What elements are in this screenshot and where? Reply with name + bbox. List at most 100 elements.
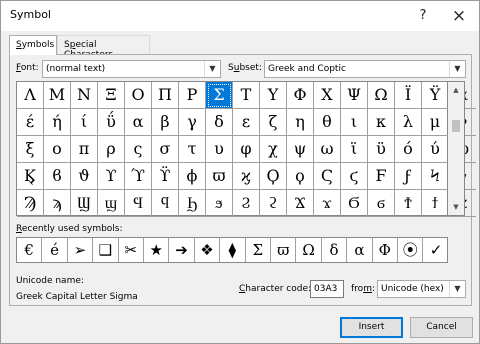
recent-symbol-cell[interactable]: Ω	[296, 238, 322, 262]
recent-symbol-cell[interactable]: ϖ	[271, 238, 297, 262]
symbol-cell[interactable]: Ϟ	[422, 163, 449, 190]
symbol-cell[interactable]: λ	[395, 109, 422, 136]
symbol-cell[interactable]: έ	[17, 109, 44, 136]
symbol-cell[interactable]: ϒ	[98, 163, 125, 190]
recent-symbol-cell[interactable]: ❑	[93, 238, 119, 262]
symbol-cell[interactable]: ϊ	[341, 136, 368, 163]
tab-special-characters[interactable]: Special Characters	[57, 35, 150, 60]
symbol-cell[interactable]: ρ	[98, 136, 125, 163]
symbol-cell[interactable]: Ϥ	[125, 190, 152, 217]
symbol-cell[interactable]: ϑ	[71, 163, 98, 190]
symbol-cell[interactable]: ξ	[17, 136, 44, 163]
scroll-down-icon[interactable]: ▼	[448, 199, 464, 215]
symbol-cell[interactable]: Ϗ	[17, 163, 44, 190]
symbol-cell[interactable]: ϐ	[44, 163, 71, 190]
symbol-cell[interactable]: Ϧ	[179, 190, 206, 217]
cancel-button[interactable]: Cancel	[410, 317, 473, 338]
symbol-cell[interactable]: ϋ	[368, 136, 395, 163]
chevron-down-icon[interactable]: ▼	[449, 61, 465, 77]
symbol-cell[interactable]: τ	[179, 136, 206, 163]
symbol-cell[interactable]: β	[152, 109, 179, 136]
symbol-cell[interactable]: ϔ	[152, 163, 179, 190]
symbol-cell[interactable]: θ	[314, 109, 341, 136]
symbol-cell[interactable]: ϥ	[152, 190, 179, 217]
symbol-cell[interactable]: Λ	[17, 82, 44, 109]
symbol-cell[interactable]: Σ	[206, 82, 233, 109]
symbol-cell[interactable]: Ν	[71, 82, 98, 109]
symbol-cell[interactable]: υ	[206, 136, 233, 163]
symbol-cell[interactable]: ω	[314, 136, 341, 163]
close-button[interactable]: ×	[441, 1, 477, 31]
symbol-cell[interactable]: ϫ	[314, 190, 341, 217]
symbol-cell[interactable]: Φ	[287, 82, 314, 109]
recent-symbol-cell[interactable]: ⦿	[398, 238, 424, 262]
recent-symbol-cell[interactable]: α	[347, 238, 373, 262]
symbol-cell[interactable]: Ξ	[98, 82, 125, 109]
symbol-cell[interactable]: ϯ	[422, 190, 449, 217]
symbol-cell[interactable]: ϧ	[206, 190, 233, 217]
symbol-cell[interactable]: ι	[341, 109, 368, 136]
symbol-cell[interactable]: γ	[179, 109, 206, 136]
symbol-cell[interactable]: π	[71, 136, 98, 163]
symbol-cell[interactable]: ό	[395, 136, 422, 163]
recent-symbol-cell[interactable]: δ	[322, 238, 348, 262]
symbol-cell[interactable]: ς	[125, 136, 152, 163]
symbol-cell[interactable]: Υ	[260, 82, 287, 109]
symbol-cell[interactable]: Ρ	[179, 82, 206, 109]
symbol-cell[interactable]: Τ	[233, 82, 260, 109]
symbol-cell[interactable]: ζ	[260, 109, 287, 136]
symbol-cell[interactable]: ϙ	[287, 163, 314, 190]
symbol-cell[interactable]: κ	[368, 109, 395, 136]
symbol-cell[interactable]: ί	[71, 109, 98, 136]
symbol-cell[interactable]: ϗ	[233, 163, 260, 190]
insert-button[interactable]: Insert	[340, 317, 403, 338]
recent-symbol-cell[interactable]: ➢	[68, 238, 94, 262]
symbol-cell[interactable]: Ϡ	[17, 190, 44, 217]
symbol-cell[interactable]: ύ	[422, 136, 449, 163]
recent-symbol-cell[interactable]: é	[42, 238, 68, 262]
symbol-cell[interactable]: Ϊ	[395, 82, 422, 109]
symbol-cell[interactable]: α	[125, 109, 152, 136]
recent-symbol-cell[interactable]: Σ	[246, 238, 271, 262]
recent-symbol-cell[interactable]: ➔	[169, 238, 195, 262]
recent-symbol-cell[interactable]: ✂	[119, 238, 144, 262]
font-select[interactable]: (normal text) ▼	[42, 60, 221, 78]
help-button[interactable]: ?	[405, 1, 441, 31]
symbol-cell[interactable]: ϕ	[179, 163, 206, 190]
tab-symbols[interactable]: Symbols	[9, 35, 57, 55]
symbol-cell[interactable]: Χ	[314, 82, 341, 109]
recent-symbol-cell[interactable]: ✓	[423, 238, 448, 262]
chevron-down-icon[interactable]: ▼	[204, 61, 220, 77]
character-code-input[interactable]: 03A3	[310, 280, 344, 298]
symbol-cell[interactable]: ϖ	[206, 163, 233, 190]
symbol-cell[interactable]: ϛ	[341, 163, 368, 190]
grid-scrollbar[interactable]: ▲ ▼	[448, 81, 465, 216]
symbol-cell[interactable]: ϭ	[368, 190, 395, 217]
symbol-cell[interactable]: Ϣ	[71, 190, 98, 217]
symbol-cell[interactable]: Ϭ	[341, 190, 368, 217]
symbol-cell[interactable]: Π	[152, 82, 179, 109]
symbol-cell[interactable]: ΰ	[98, 109, 125, 136]
symbol-cell[interactable]: Μ	[44, 82, 71, 109]
symbol-cell[interactable]: ϓ	[125, 163, 152, 190]
symbol-cell[interactable]: χ	[260, 136, 287, 163]
symbol-cell[interactable]: Ϝ	[368, 163, 395, 190]
symbol-cell[interactable]: ψ	[287, 136, 314, 163]
chevron-down-icon[interactable]: ▼	[449, 281, 465, 297]
scroll-thumb[interactable]	[452, 120, 460, 132]
symbol-cell[interactable]: η	[287, 109, 314, 136]
symbol-cell[interactable]: ϩ	[260, 190, 287, 217]
symbol-cell[interactable]: ε	[233, 109, 260, 136]
symbol-cell[interactable]: μ	[422, 109, 449, 136]
from-select[interactable]: Unicode (hex) ▼	[377, 280, 466, 298]
recent-symbol-cell[interactable]: ⧫	[220, 238, 246, 262]
symbol-cell[interactable]: Ϙ	[260, 163, 287, 190]
recent-symbol-cell[interactable]: ★	[144, 238, 170, 262]
subset-select[interactable]: Greek and Coptic ▼	[264, 60, 466, 78]
symbol-cell[interactable]: Ϛ	[314, 163, 341, 190]
symbol-cell[interactable]: Ο	[125, 82, 152, 109]
symbol-cell[interactable]: ο	[44, 136, 71, 163]
symbol-cell[interactable]: ή	[44, 109, 71, 136]
symbol-cell[interactable]: φ	[233, 136, 260, 163]
symbol-cell[interactable]: ϣ	[98, 190, 125, 217]
